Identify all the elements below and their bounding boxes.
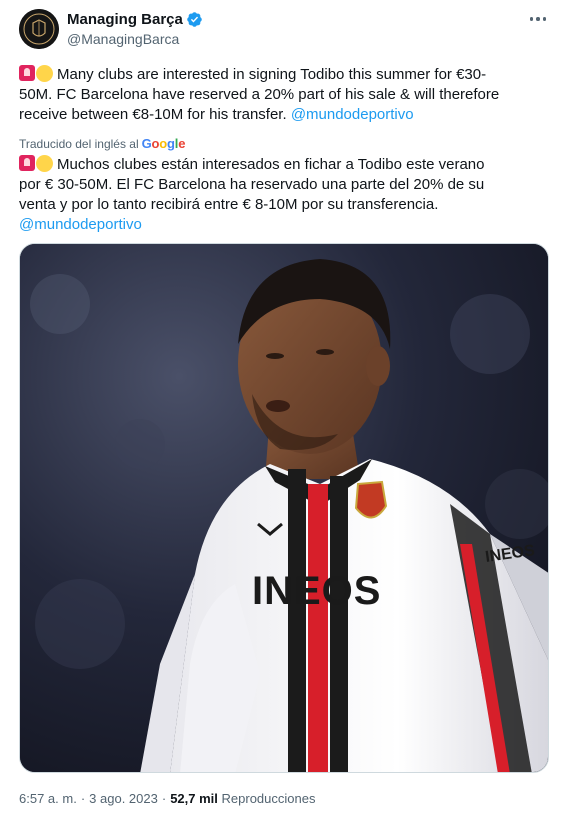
tweet-photo[interactable]: INEOS INEOS [19,243,549,773]
translation-attribution: Traducido del inglés al Google [19,136,185,151]
verified-badge-icon [187,12,202,27]
police-light-emoji [19,155,35,171]
tweet-line: receive between €8-10M for his transfer.… [19,106,414,123]
author-avatar[interactable] [19,9,59,49]
shirt-sponsor: INEOS [252,569,381,613]
tweet-meta: 6:57 a. m. · 3 ago. 2023 · 52,7 mil Reproduc… [19,791,316,806]
tweet-line: @mundodeportivo [19,215,544,235]
translation-label: Traducido del inglés al [19,136,139,151]
more-horizontal-icon [529,17,534,21]
author-handle[interactable]: @ManagingBarca [67,31,179,47]
author-name-row[interactable]: Managing Barça [67,11,203,28]
tweet-date[interactable]: 3 ago. 2023 [89,791,158,806]
tweet-line: Muchos clubes están interesados en ficha… [19,155,544,175]
tweet-text-translated: Muchos clubes están interesados en ficha… [19,155,544,235]
tweet-line: 50M. FC Barcelona have reserved a 20% pa… [19,86,500,103]
views-count: 52,7 mil [170,791,218,806]
tweet-time[interactable]: 6:57 a. m. [19,791,77,806]
tweet-line: Many clubs are interested in signing Tod… [19,65,544,85]
tweet-text-original: Many clubs are interested in signing Tod… [19,65,544,125]
yellow-circle-emoji [36,65,53,82]
managing-barca-logo [19,9,59,49]
author-name[interactable]: Managing Barça [67,11,183,28]
yellow-circle-emoji [36,155,53,172]
tweet-line: por € 30-50M. El FC Barcelona ha reserva… [19,176,485,193]
player-photo: INEOS INEOS [20,244,548,772]
mention-link[interactable]: @mundodeportivo [291,106,414,123]
google-logo: Google [141,136,186,151]
mention-link[interactable]: @mundodeportivo [19,216,142,233]
police-light-emoji [19,65,35,81]
views-label: Reproducciones [221,791,316,806]
tweet-line: venta y por lo tanto recibirá entre € 8-… [19,196,439,213]
more-options-button[interactable] [527,12,549,26]
